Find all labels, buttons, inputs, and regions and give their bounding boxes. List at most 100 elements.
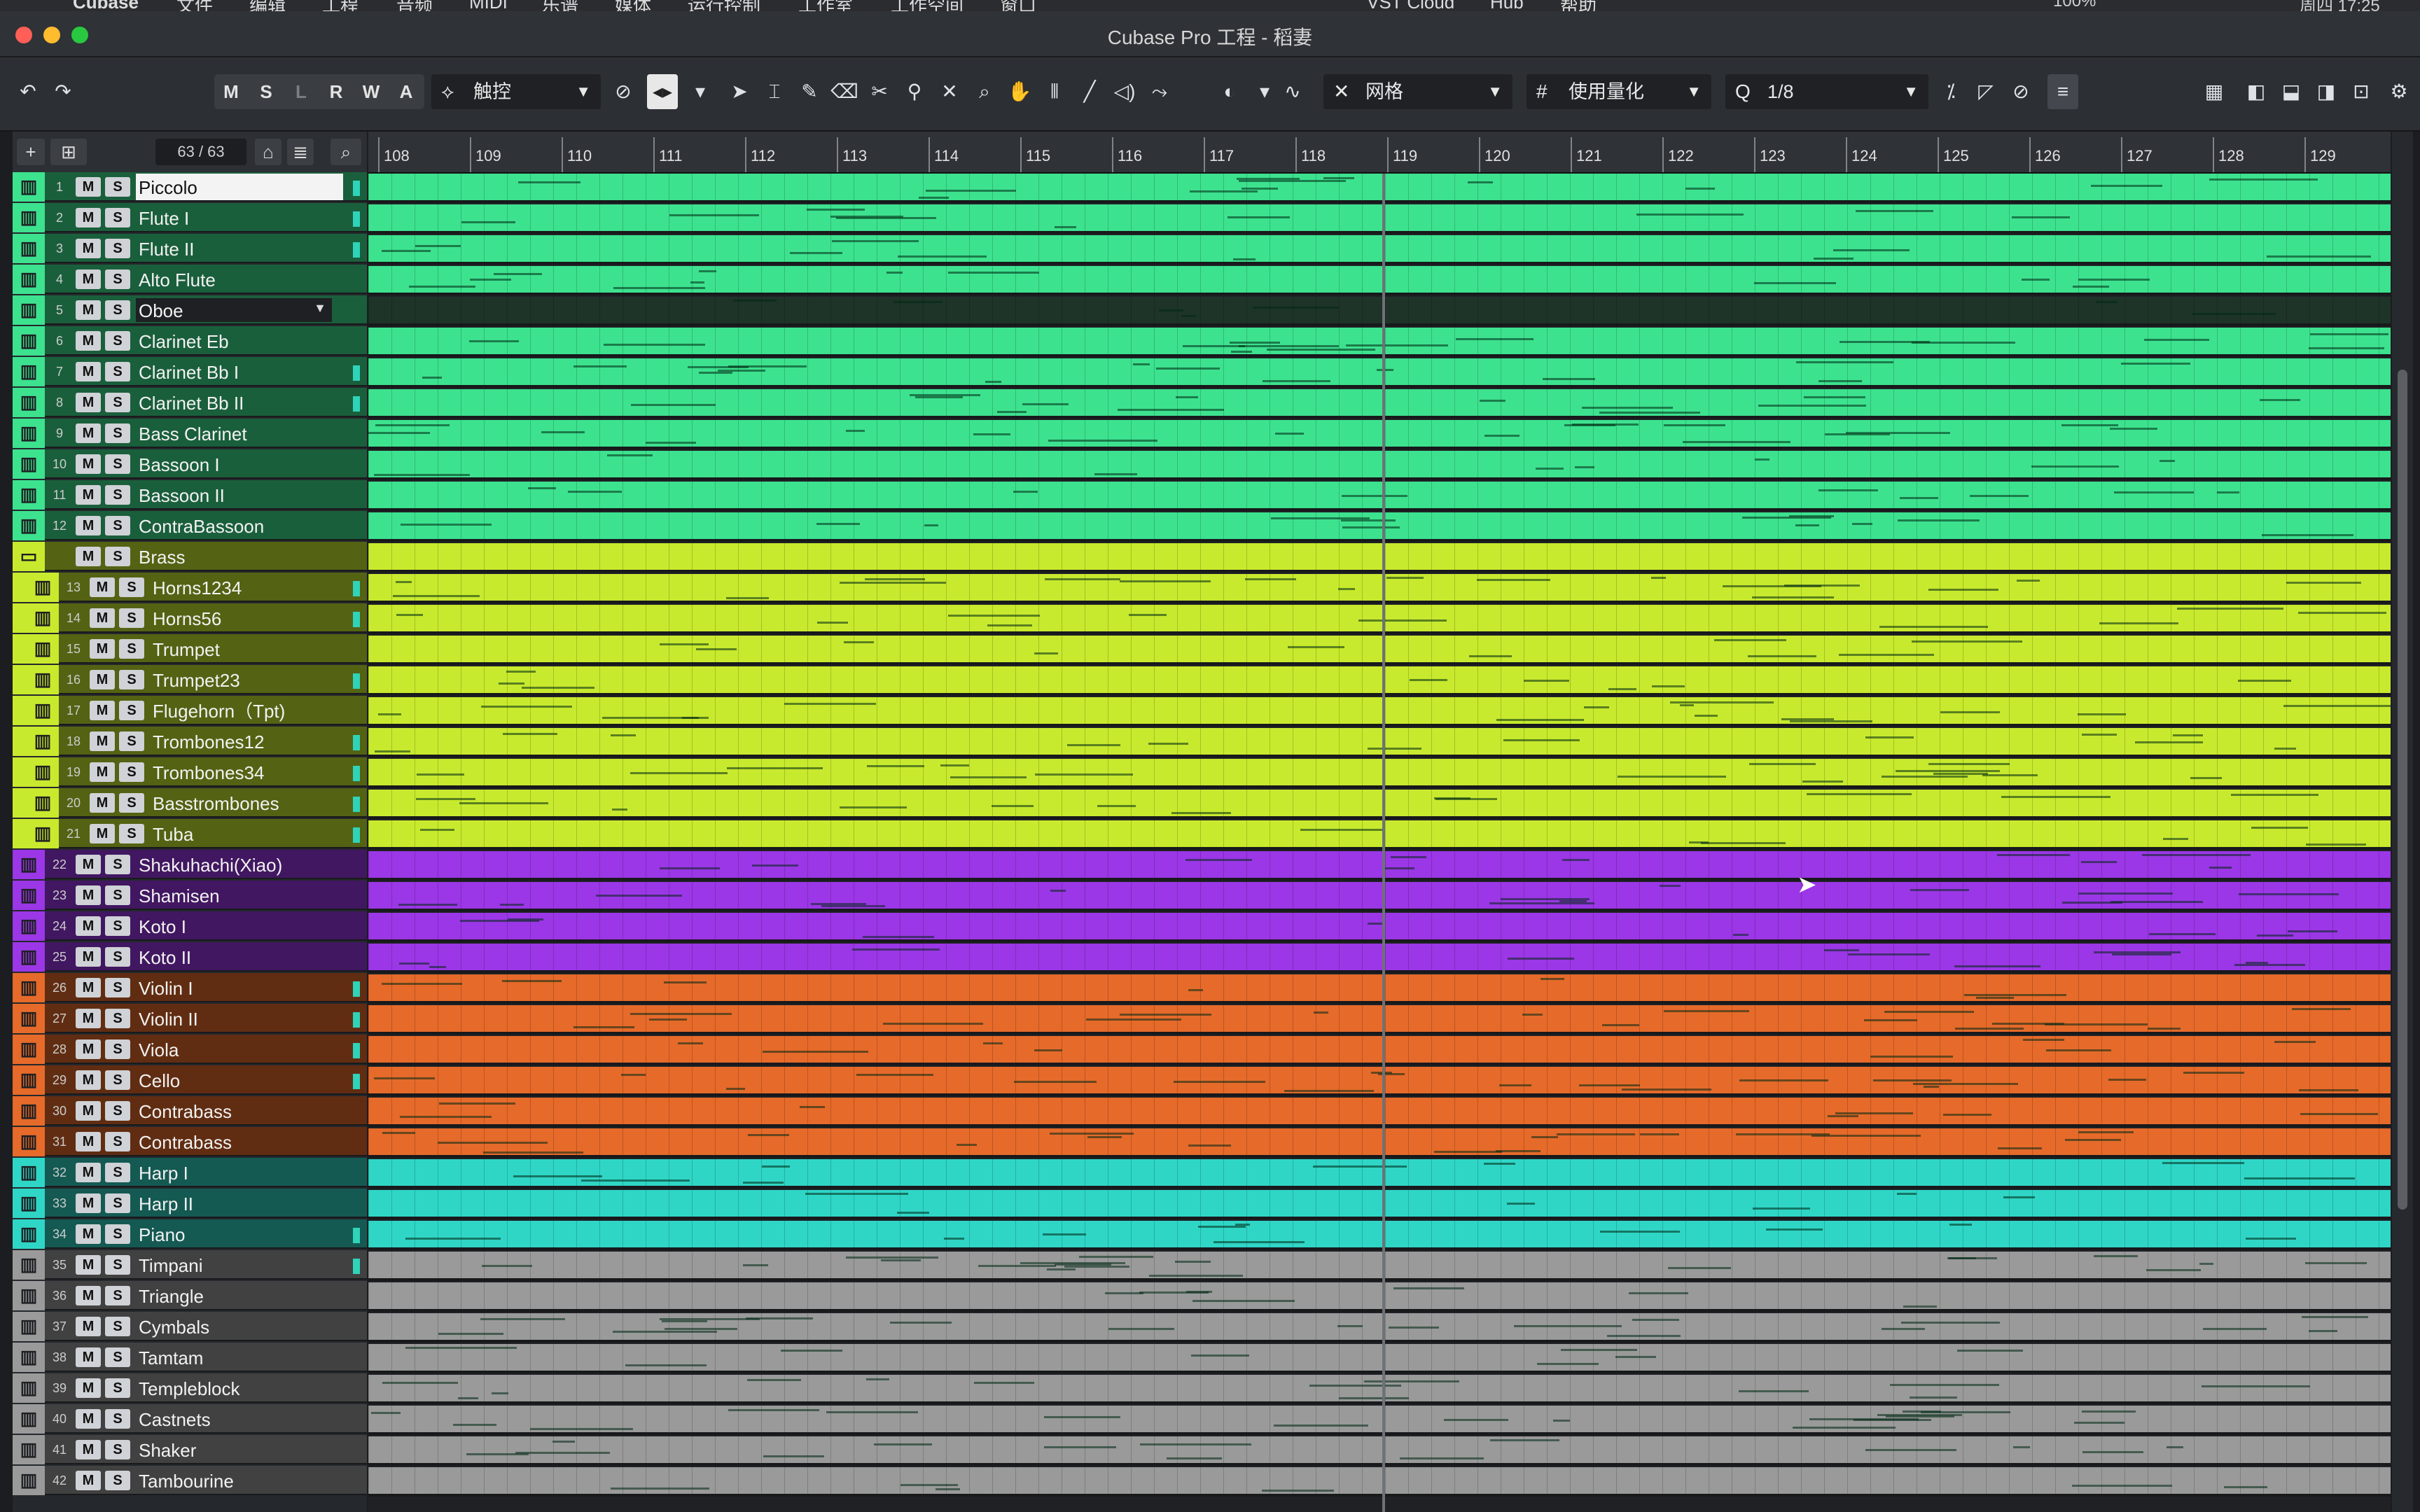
solo-button[interactable]: S	[105, 1070, 130, 1090]
track-lane[interactable]	[368, 666, 2391, 696]
track-row[interactable]: ▥ 32 M S Harp I	[13, 1158, 367, 1187]
mute-button[interactable]: M	[76, 177, 101, 197]
mute-button[interactable]: M	[76, 208, 101, 227]
track-row[interactable]: ▥ 19 M S Trombones34	[13, 757, 367, 787]
midi-part[interactable]	[368, 1344, 1382, 1371]
solo-button[interactable]: S	[105, 886, 130, 905]
track-row[interactable]: ▥ 38 M S Tamtam	[13, 1343, 367, 1372]
hand-icon[interactable]: ✋	[1004, 74, 1035, 109]
track-lane[interactable]	[368, 389, 2391, 419]
track-row[interactable]: ▥ 17 M S Flugehorn（Tpt)	[13, 696, 367, 725]
midi-part[interactable]	[368, 1406, 1382, 1432]
mute-button[interactable]: M	[76, 1009, 101, 1028]
track-name[interactable]: Clarinet Bb I	[139, 357, 239, 386]
solo-button[interactable]: S	[105, 1409, 130, 1429]
track-lane[interactable]	[368, 1313, 2391, 1343]
apply-quantize-icon[interactable]: ⊘	[2005, 74, 2036, 109]
track-lane[interactable]	[368, 944, 2391, 973]
midi-part[interactable]	[368, 420, 1382, 447]
solo-button[interactable]: S	[119, 762, 144, 782]
track-name[interactable]: Horns56	[153, 603, 221, 633]
mute-button[interactable]: M	[76, 947, 101, 967]
mute-button[interactable]: M	[76, 1317, 101, 1336]
left-zone-icon[interactable]: ◧	[2241, 74, 2272, 109]
track-row[interactable]: ▥ 2 M S Flute I	[13, 203, 367, 232]
midi-part[interactable]	[368, 1221, 1382, 1247]
track-row[interactable]: ▥ 39 M S Templeblock	[13, 1373, 367, 1403]
mute-button[interactable]: M	[76, 424, 101, 443]
track-name[interactable]: Tambourine	[139, 1466, 234, 1495]
midi-part[interactable]	[368, 512, 1382, 539]
track-name[interactable]: Shamisen	[139, 881, 220, 910]
timeline-ruler[interactable]: 108 109 110 111 112 113 114 115 116 117 118 119 120 1…	[368, 132, 2391, 174]
iterative-quantize-icon[interactable]: ⁒	[1935, 74, 1966, 109]
nudge-icon[interactable]: ◂▸	[647, 74, 678, 109]
solo-button[interactable]: S	[105, 362, 130, 382]
solo-all-button[interactable]: S	[251, 74, 281, 109]
track-name[interactable]: Trumpet	[153, 634, 220, 664]
mute-button[interactable]: M	[90, 578, 115, 597]
mute-button[interactable]: M	[76, 978, 101, 997]
track-row[interactable]: ▥ 22 M S Shakuhachi(Xiao)	[13, 850, 367, 879]
track-name[interactable]: Koto I	[139, 911, 186, 941]
track-name[interactable]: Basstrombones	[153, 788, 279, 818]
mute-button[interactable]: M	[76, 1440, 101, 1460]
track-name[interactable]: Bassoon I	[139, 449, 220, 479]
track-name[interactable]: Koto II	[139, 942, 191, 972]
track-name[interactable]: Trumpet23	[153, 665, 240, 694]
mute-button[interactable]: M	[76, 516, 101, 536]
track-row[interactable]: ▥ 40 M S Castnets	[13, 1404, 367, 1434]
track-name[interactable]: Clarinet Bb II	[139, 388, 244, 417]
add-folder-icon[interactable]: ⊞	[50, 139, 87, 165]
solo-button[interactable]: S	[105, 1224, 130, 1244]
solo-button[interactable]: S	[105, 300, 130, 320]
mute-tool-icon[interactable]: ✕	[934, 74, 965, 109]
settings-gear-icon[interactable]: ⚙	[2384, 74, 2414, 109]
solo-button[interactable]: S	[119, 824, 144, 844]
menu-help[interactable]: 帮助	[1560, 0, 1597, 11]
mute-button[interactable]: M	[76, 1471, 101, 1490]
solo-button[interactable]: S	[105, 1255, 130, 1275]
track-name[interactable]: Templeblock	[139, 1373, 240, 1403]
track-name[interactable]: Clarinet Eb	[139, 326, 229, 356]
mute-button[interactable]: M	[90, 824, 115, 844]
range-select-icon[interactable]: ⌶	[759, 74, 790, 109]
event-display[interactable]	[368, 174, 2391, 1512]
comp-tool-icon[interactable]: ⦀	[1039, 74, 1070, 109]
mute-button[interactable]: M	[76, 1101, 101, 1121]
solo-button[interactable]: S	[105, 239, 130, 258]
midi-part[interactable]	[368, 1467, 1382, 1494]
track-lane[interactable]	[368, 728, 2391, 757]
track-row[interactable]: ▥ 26 M S Violin I	[13, 973, 367, 1002]
quantize-preset-select[interactable]: Q 1/8 ▼	[1725, 74, 1928, 109]
track-list-menu-icon[interactable]: ≣	[287, 139, 314, 165]
track-lane[interactable]	[368, 512, 2391, 542]
track-lane[interactable]	[368, 1375, 2391, 1404]
track-row[interactable]: ▥ 33 M S Harp II	[13, 1189, 367, 1218]
track-row[interactable]: ▥ 16 M S Trumpet23	[13, 665, 367, 694]
menu-score[interactable]: 乐谱	[542, 0, 578, 11]
align-icon[interactable]: ≡	[2047, 74, 2078, 109]
play-tool-icon[interactable]: ◁)	[1109, 74, 1140, 109]
midi-part[interactable]	[368, 328, 1382, 354]
solo-button[interactable]: S	[105, 1009, 130, 1028]
track-row[interactable]: ▥ 8 M S Clarinet Bb II	[13, 388, 367, 417]
mute-button[interactable]: M	[76, 855, 101, 874]
snap-type-select[interactable]: ✕ 网格 ▼	[1323, 74, 1512, 109]
solo-button[interactable]: S	[105, 855, 130, 874]
midi-part[interactable]	[368, 636, 1382, 662]
mute-button[interactable]: M	[76, 886, 101, 905]
track-name[interactable]: Flugehorn（Tpt)	[153, 696, 285, 725]
track-name[interactable]: Shakuhachi(Xiao)	[139, 850, 282, 879]
midi-part[interactable]	[368, 1036, 1382, 1063]
track-lane[interactable]	[368, 1344, 2391, 1373]
midi-part[interactable]	[368, 944, 1382, 970]
solo-button[interactable]: S	[105, 270, 130, 289]
listen-button[interactable]: L	[286, 74, 317, 109]
clock[interactable]: 周四 17:25	[2300, 0, 2380, 11]
solo-button[interactable]: S	[105, 547, 130, 566]
track-row[interactable]: ▥ 35 M S Timpani	[13, 1250, 367, 1280]
track-name[interactable]: Violin II	[139, 1004, 198, 1033]
track-name[interactable]: Harp II	[139, 1189, 193, 1218]
mute-button[interactable]: M	[76, 1163, 101, 1182]
